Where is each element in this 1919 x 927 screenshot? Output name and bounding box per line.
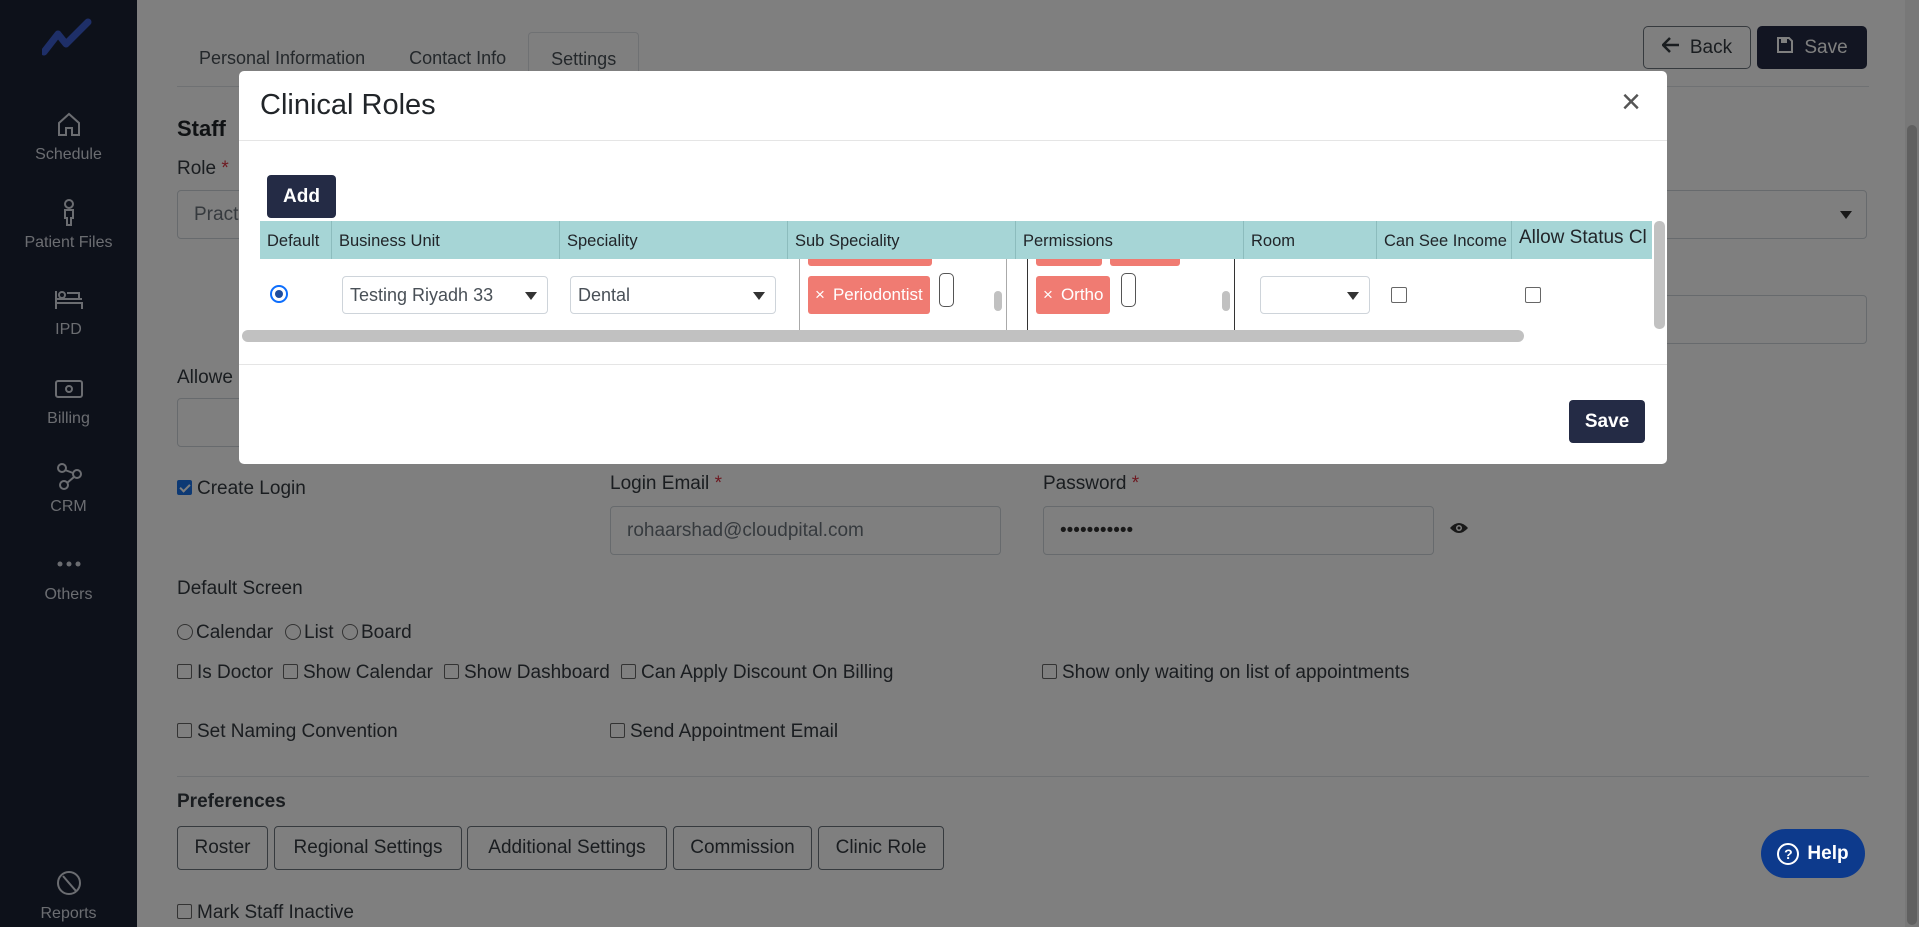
chevron-down-icon [525, 292, 537, 300]
remove-icon[interactable]: × [1043, 285, 1053, 305]
remove-icon[interactable]: × [815, 285, 825, 305]
default-radio[interactable] [270, 285, 288, 303]
tag-chip: × Ortho [1036, 276, 1111, 314]
column-header: Room [1244, 221, 1377, 259]
tag-chip [1110, 259, 1180, 266]
question-icon: ? [1777, 842, 1800, 865]
column-header: Can See Income [1377, 221, 1512, 259]
modal-save-button[interactable]: Save [1569, 400, 1645, 443]
column-header: Sub Speciality [788, 221, 1016, 259]
help-button[interactable]: ? Help [1761, 829, 1865, 878]
can-see-income-checkbox[interactable] [1391, 287, 1407, 303]
modal-title: Clinical Roles [260, 89, 436, 121]
table-horizontal-scrollbar[interactable] [242, 330, 1524, 342]
speciality-select[interactable]: Dental [570, 276, 776, 314]
add-role-button[interactable]: Add [267, 175, 336, 218]
room-select[interactable] [1260, 276, 1370, 314]
table-row: Testing Riyadh 33 Dental × Periodontist [260, 259, 1652, 331]
modal-footer-divider [239, 364, 1667, 365]
sub-speciality-multiselect[interactable]: × Periodontist [799, 259, 1007, 331]
permissions-multiselect[interactable]: × Ortho [1027, 259, 1235, 331]
table-header: Default Business Unit Speciality Sub Spe… [260, 221, 1652, 259]
modal-header-divider [239, 140, 1667, 141]
tag-input[interactable] [1121, 273, 1136, 307]
allow-status-checkbox[interactable] [1525, 287, 1541, 303]
chevron-down-icon [1347, 292, 1359, 300]
help-label: Help [1807, 842, 1849, 864]
column-header: Speciality [560, 221, 788, 259]
close-icon[interactable]: × [1617, 85, 1645, 119]
chip-label: Ortho [1060, 285, 1104, 304]
tag-chip [808, 259, 932, 266]
table-vertical-scrollbar[interactable] [1654, 221, 1665, 329]
tag-chip [1036, 259, 1102, 266]
chip-label: Periodontist [832, 285, 923, 304]
column-header: Business Unit [332, 221, 560, 259]
scrollbar-thumb[interactable] [994, 291, 1002, 311]
column-header: Permissions [1016, 221, 1244, 259]
business-unit-select[interactable]: Testing Riyadh 33 [342, 276, 548, 314]
tag-input[interactable] [939, 273, 954, 307]
chevron-down-icon [753, 292, 765, 300]
roles-table: Default Business Unit Speciality Sub Spe… [260, 221, 1652, 331]
tag-chip: × Periodontist [808, 276, 930, 314]
column-header: Allow Status Cl [1519, 227, 1647, 248]
scrollbar-thumb[interactable] [1222, 291, 1230, 311]
clinical-roles-modal: Clinical Roles × Add Default Business Un… [239, 71, 1667, 464]
column-header: Default [260, 221, 332, 259]
